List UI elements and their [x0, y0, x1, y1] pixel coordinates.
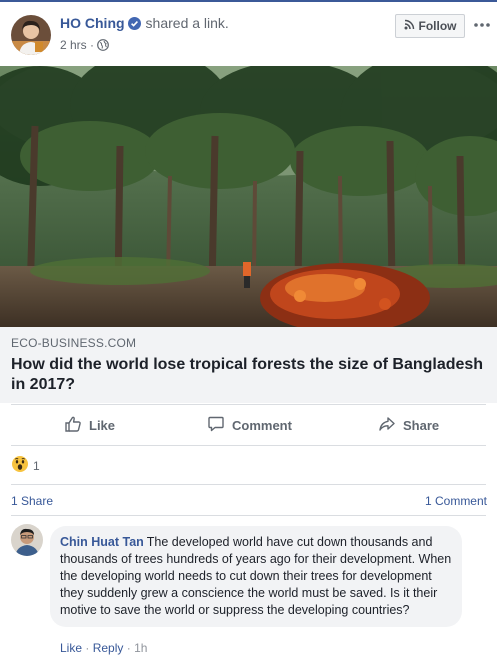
follow-label: Follow: [418, 19, 457, 33]
post-header: HO Ching shared a link. 2 hrs · Follow: [0, 2, 497, 64]
post-time[interactable]: 2 hrs: [60, 38, 87, 52]
comments-divider: [11, 515, 486, 516]
comment-meta: Like · Reply · 1h: [60, 641, 147, 655]
share-button[interactable]: Share: [378, 408, 439, 442]
comment-button[interactable]: Comment: [207, 408, 292, 442]
wow-emoji-icon: [11, 455, 29, 476]
comments-count[interactable]: 1 Comment: [425, 494, 487, 508]
stats-divider: [11, 484, 486, 485]
post-meta: 2 hrs ·: [60, 38, 109, 52]
comment-time[interactable]: 1h: [134, 641, 147, 655]
link-preview-image[interactable]: [0, 66, 497, 327]
like-button[interactable]: Like: [64, 408, 115, 442]
comment-meta-separator: ·: [85, 641, 90, 655]
post-title-line: HO Ching shared a link.: [60, 15, 229, 33]
comment-author[interactable]: Chin Huat Tan: [60, 535, 144, 549]
comment-reply-link[interactable]: Reply: [93, 641, 124, 655]
globe-icon: [94, 38, 109, 52]
link-title: How did the world lose tropical forests …: [11, 356, 484, 393]
reactions-summary[interactable]: 1: [11, 455, 40, 476]
comment-like-link[interactable]: Like: [60, 641, 82, 655]
actions-divider: [11, 445, 486, 446]
comment-meta-separator: ·: [126, 641, 131, 655]
like-label: Like: [89, 417, 116, 433]
thumbs-up-icon: [64, 415, 82, 436]
reaction-count: 1: [33, 458, 40, 473]
link-caption[interactable]: ECO-BUSINESS.COM How did the world lose …: [0, 327, 497, 403]
comment-label: Comment: [232, 417, 292, 433]
follow-button[interactable]: Follow: [395, 14, 465, 38]
link-domain: ECO-BUSINESS.COM: [11, 336, 137, 350]
comment-bubble: Chin Huat Tan The developed world have cu…: [50, 526, 462, 627]
comment-icon: [207, 415, 225, 436]
share-label: Share: [403, 417, 440, 433]
author-name[interactable]: HO Ching: [60, 15, 125, 31]
more-icon[interactable]: [473, 16, 491, 34]
commenter-avatar[interactable]: [11, 524, 43, 556]
rss-icon: [404, 19, 415, 33]
caption-divider: [11, 404, 486, 405]
shares-count[interactable]: 1 Share: [11, 494, 53, 508]
author-avatar[interactable]: [11, 15, 51, 55]
verified-badge-icon: [127, 17, 141, 33]
share-arrow-icon: [378, 415, 396, 436]
post-action-text: shared a link.: [145, 15, 229, 31]
